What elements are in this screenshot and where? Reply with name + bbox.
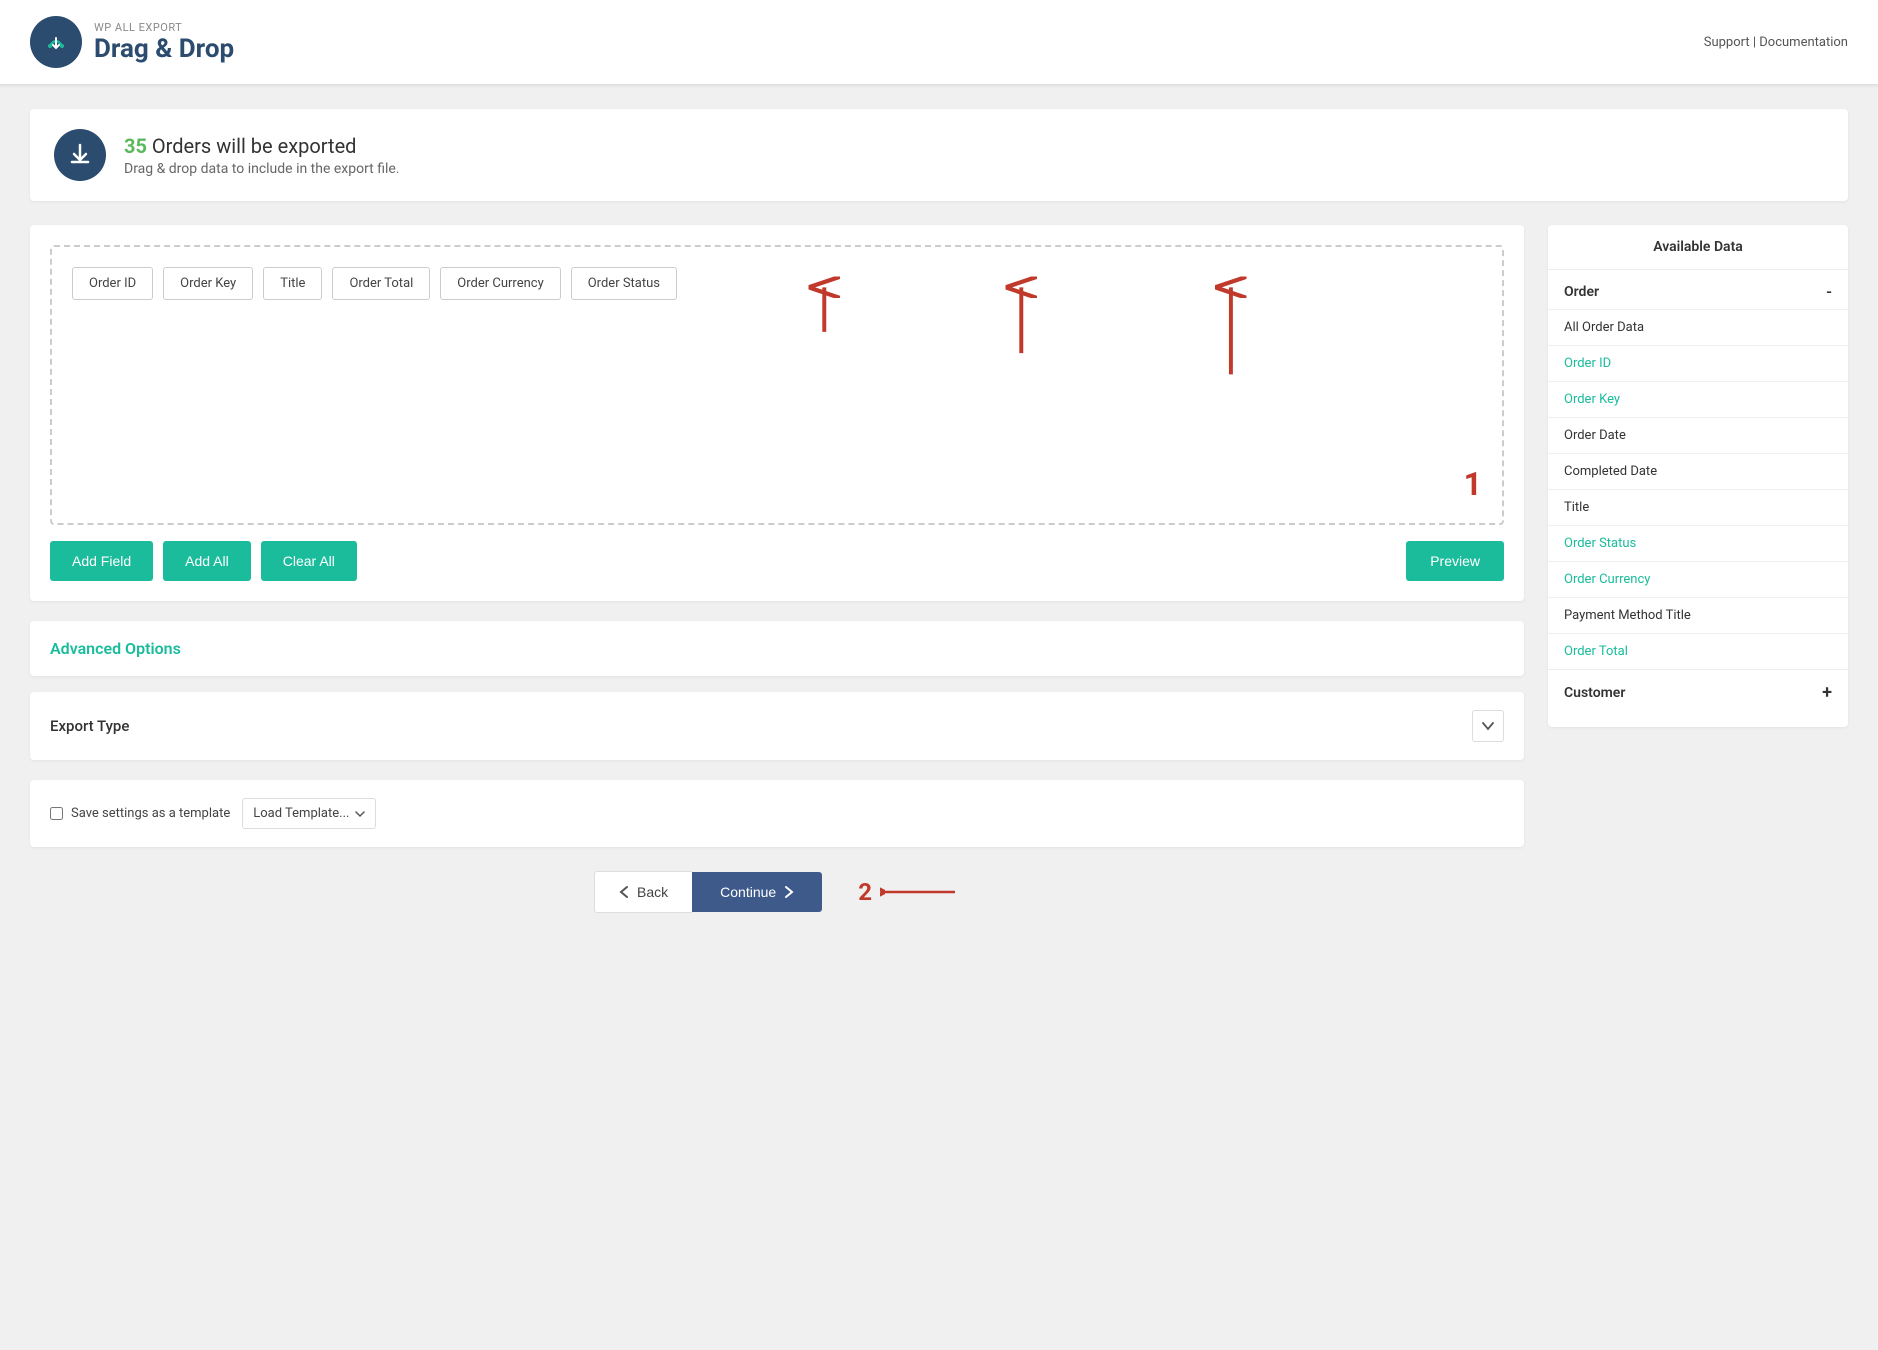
- save-template-checkbox[interactable]: [50, 807, 63, 820]
- available-data-title: Available Data: [1548, 225, 1848, 270]
- logo-icon: [30, 16, 82, 68]
- info-banner: 35 Orders will be exported Drag & drop d…: [30, 109, 1848, 201]
- banner-subtext: Drag & drop data to include in the expor…: [124, 161, 400, 177]
- data-item-order-key[interactable]: Order Key: [1548, 381, 1848, 417]
- back-label: Back: [637, 884, 668, 900]
- field-chip-order-key[interactable]: Order Key: [163, 267, 253, 300]
- banner-orders-text: Orders will be exported: [152, 134, 357, 158]
- data-item-order-status[interactable]: Order Status: [1548, 525, 1848, 561]
- drag-drop-area[interactable]: Order ID Order Key Title Order Total Ord…: [50, 245, 1504, 525]
- field-chip-order-id[interactable]: Order ID: [72, 267, 153, 300]
- back-chevron-icon: [619, 885, 629, 899]
- order-items-list: All Order Data Order ID Order Key Order …: [1548, 309, 1848, 669]
- continue-chevron-icon: [784, 885, 794, 899]
- support-link[interactable]: Support: [1704, 35, 1750, 50]
- bottom-bar: Save settings as a template Load Templat…: [30, 780, 1524, 847]
- customer-section-toggle[interactable]: +: [1822, 682, 1832, 703]
- customer-section-label: Customer: [1564, 685, 1625, 701]
- annotation-2-arrow: [880, 882, 960, 902]
- right-panel: Available Data Order - All Order Data Or…: [1548, 225, 1848, 727]
- order-section-toggle[interactable]: -: [1826, 282, 1832, 301]
- field-chip-order-status[interactable]: Order Status: [571, 267, 677, 300]
- export-type-label: Export Type: [50, 717, 129, 735]
- load-template-label: Load Template...: [253, 806, 349, 821]
- continue-button[interactable]: Continue: [692, 872, 822, 912]
- brand-top: WP ALL EXPORT: [94, 21, 234, 34]
- order-section-label: Order: [1564, 284, 1599, 300]
- save-template-checkbox-area: Save settings as a template: [50, 806, 230, 821]
- header-links: Support | Documentation: [1704, 35, 1848, 50]
- left-panel: Order ID Order Key Title Order Total Ord…: [30, 225, 1524, 913]
- data-item-payment-method-title[interactable]: Payment Method Title: [1548, 597, 1848, 633]
- data-item-order-currency[interactable]: Order Currency: [1548, 561, 1848, 597]
- data-item-title[interactable]: Title: [1548, 489, 1848, 525]
- banner-main-text: 35 Orders will be exported: [124, 134, 400, 158]
- banner-text: 35 Orders will be exported Drag & drop d…: [124, 134, 400, 177]
- field-chip-order-currency[interactable]: Order Currency: [440, 267, 560, 300]
- add-all-button[interactable]: Add All: [163, 541, 251, 581]
- field-chip-title[interactable]: Title: [263, 267, 322, 300]
- data-item-completed-date[interactable]: Completed Date: [1548, 453, 1848, 489]
- banner-count: 35: [124, 134, 147, 158]
- header: WP ALL EXPORT Drag & Drop Support | Docu…: [0, 0, 1878, 85]
- drag-drop-fields: Order ID Order Key Title Order Total Ord…: [72, 267, 1482, 300]
- preview-button[interactable]: Preview: [1406, 541, 1504, 581]
- export-type-toggle[interactable]: [1472, 710, 1504, 742]
- load-template-select[interactable]: Load Template...: [242, 798, 376, 829]
- data-item-order-date[interactable]: Order Date: [1548, 417, 1848, 453]
- advanced-options-title[interactable]: Advanced Options: [50, 639, 181, 658]
- order-section-header: Order -: [1548, 270, 1848, 309]
- data-item-order-total[interactable]: Order Total: [1548, 633, 1848, 669]
- customer-section-header: Customer +: [1548, 669, 1848, 711]
- main-content: 35 Orders will be exported Drag & drop d…: [0, 85, 1878, 937]
- continue-label: Continue: [720, 884, 776, 900]
- two-col-layout: Order ID Order Key Title Order Total Ord…: [30, 225, 1848, 913]
- clear-all-button[interactable]: Clear All: [261, 541, 357, 581]
- add-field-button[interactable]: Add Field: [50, 541, 153, 581]
- brand-main: Drag & Drop: [94, 34, 234, 64]
- divider: |: [1753, 35, 1756, 50]
- documentation-link[interactable]: Documentation: [1759, 35, 1848, 50]
- annotation-2-container: 2: [842, 878, 960, 906]
- annotation-1: 1: [1464, 465, 1482, 503]
- field-chip-order-total[interactable]: Order Total: [332, 267, 430, 300]
- export-type-section: Export Type: [30, 692, 1524, 760]
- data-item-all-order-data[interactable]: All Order Data: [1548, 309, 1848, 345]
- export-icon: [54, 129, 106, 181]
- nav-buttons: Back Continue 2: [30, 871, 1524, 913]
- data-item-order-id[interactable]: Order ID: [1548, 345, 1848, 381]
- logo-area: WP ALL EXPORT Drag & Drop: [30, 16, 234, 68]
- drag-drop-container: Order ID Order Key Title Order Total Ord…: [30, 225, 1524, 601]
- buttons-row: Add Field Add All Clear All Preview: [50, 541, 1504, 581]
- advanced-options-section: Advanced Options: [30, 621, 1524, 676]
- back-button[interactable]: Back: [594, 871, 692, 913]
- logo-text: WP ALL EXPORT Drag & Drop: [94, 21, 234, 64]
- load-template-chevron: [355, 809, 365, 819]
- save-template-label: Save settings as a template: [71, 806, 230, 821]
- annotation-2-number: 2: [858, 878, 872, 906]
